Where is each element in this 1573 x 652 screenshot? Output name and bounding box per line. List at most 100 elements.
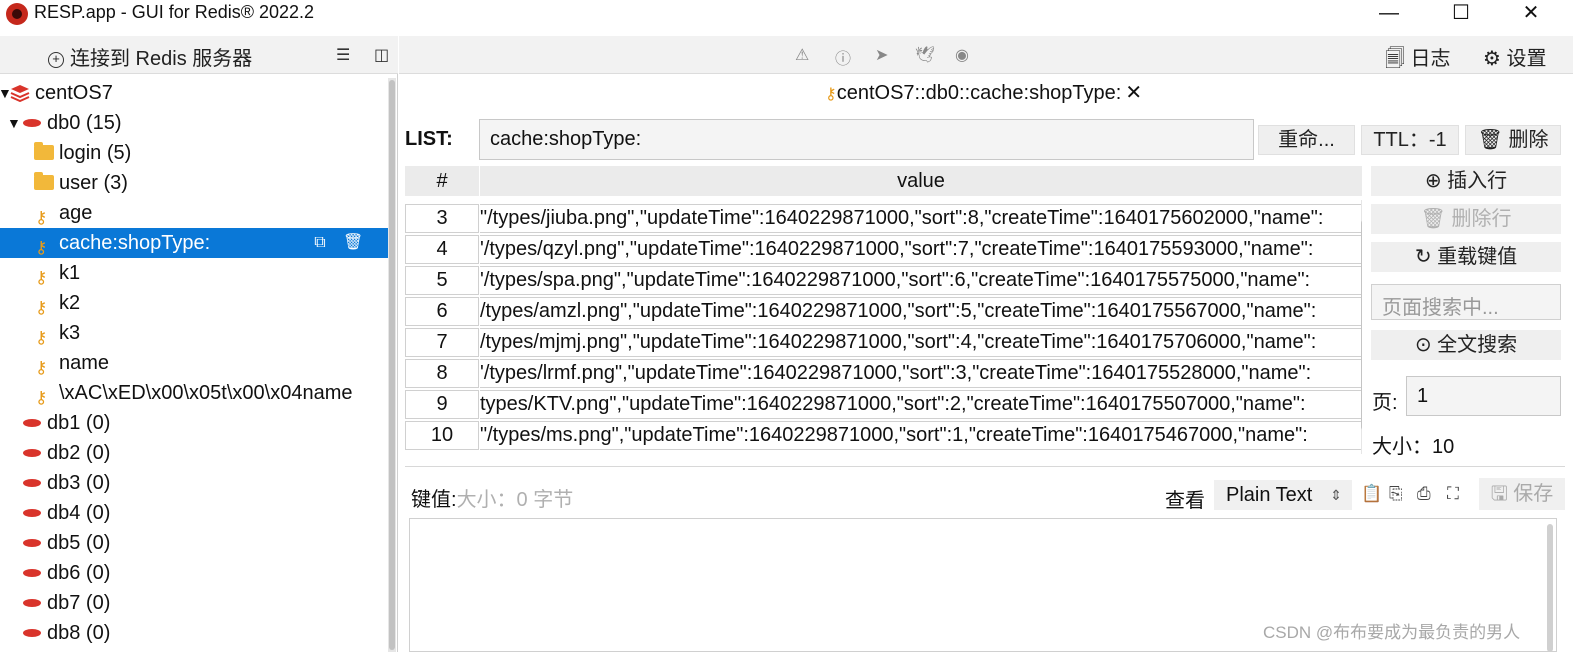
- row-value-cell[interactable]: '/types/qzyl.png","updateTime":164022987…: [480, 235, 1362, 264]
- scrollbar-thumb[interactable]: [1361, 220, 1362, 430]
- tree-item-folder-login[interactable]: login (5): [0, 138, 388, 168]
- sidebar-toolbar: + 连接到 Redis 服务器 ☰ ◫: [0, 36, 398, 74]
- main-panel: ⚠ ⓘ ➤ 🕊 ◉ 🗐 日志 ⚙ 设置 ⚷centOS7::db0::cache…: [399, 36, 1573, 652]
- log-button[interactable]: 🗐 日志: [1385, 42, 1451, 78]
- app-logo-icon: [6, 3, 28, 25]
- minimize-button[interactable]: —: [1366, 0, 1412, 28]
- sidebar-scrollbar[interactable]: [388, 78, 396, 652]
- column-header-index[interactable]: #: [405, 166, 479, 196]
- tree-item-folder-user[interactable]: user (3): [0, 168, 388, 198]
- format-json-icon[interactable]: ⎘: [1389, 484, 1403, 504]
- row-value-cell[interactable]: types/KTV.png","updateTime":164022987100…: [480, 390, 1362, 419]
- tree-item-key-name[interactable]: ⚷ name: [0, 348, 388, 378]
- list-view-icon[interactable]: ☰: [336, 45, 350, 65]
- tree-item-db1[interactable]: db1 (0): [0, 408, 388, 438]
- row-index-cell[interactable]: 5: [405, 266, 479, 295]
- tree-item-db7[interactable]: db7 (0): [0, 588, 388, 618]
- tree-item-db3[interactable]: db3 (0): [0, 468, 388, 498]
- row-index-cell[interactable]: 7: [405, 328, 479, 357]
- clipboard-icon[interactable]: 📋: [1361, 484, 1382, 504]
- view-label: 查看: [1165, 490, 1205, 512]
- settings-button[interactable]: ⚙ 设置: [1483, 42, 1547, 71]
- row-index-cell[interactable]: 3: [405, 204, 479, 233]
- help-icon[interactable]: ⓘ: [835, 45, 851, 69]
- key-icon: ⚷: [825, 86, 837, 103]
- format-select[interactable]: Plain Text ⇕: [1214, 480, 1352, 510]
- tree-item-db0[interactable]: ▼ db0 (15): [0, 108, 388, 138]
- editor-scrollbar[interactable]: [1547, 524, 1553, 652]
- table-row[interactable]: 7/types/mjmj.png","updateTime":164022987…: [405, 328, 1362, 359]
- tree-item-db5[interactable]: db5 (0): [0, 528, 388, 558]
- row-value-cell[interactable]: '/types/lrmf.png","updateTime":164022987…: [480, 359, 1362, 388]
- panel-layout-icon[interactable]: ◫: [374, 45, 389, 65]
- export-file-icon[interactable]: ⎙: [1417, 484, 1431, 504]
- scrollbar-thumb[interactable]: [389, 80, 395, 650]
- fulltext-search-button[interactable]: ⊙ 全文搜索: [1371, 330, 1561, 360]
- table-row[interactable]: 5 '/types/spa.png","updateTime":164022987…: [405, 266, 1362, 297]
- value-label-text: 键值:: [411, 489, 457, 511]
- row-value-cell[interactable]: '/types/spa.png","updateTime":1640229871…: [480, 266, 1362, 295]
- rename-button[interactable]: 重命...: [1258, 125, 1355, 155]
- tree-item-key-k3[interactable]: ⚷ k3: [0, 318, 388, 348]
- column-header-value[interactable]: value: [480, 166, 1362, 196]
- tree-item-db8[interactable]: db8 (0): [0, 618, 388, 648]
- row-index-cell[interactable]: 8: [405, 359, 479, 388]
- table-row[interactable]: 3 "/types/jiuba.png","updateTime":1640229…: [405, 204, 1362, 235]
- db-label: db8 (0): [47, 622, 111, 644]
- key-label: k3: [59, 322, 81, 344]
- copy-icon[interactable]: ⧉: [310, 233, 330, 253]
- table-row[interactable]: 9 types/KTV.png","updateTime":16402298710…: [405, 390, 1362, 421]
- row-value-cell[interactable]: "/types/jiuba.png","updateTime":16402298…: [480, 204, 1362, 233]
- format-value: Plain Text: [1226, 484, 1313, 506]
- tree-item-key-age[interactable]: ⚷ age: [0, 198, 388, 228]
- table-row[interactable]: 6/types/amzl.png","updateTime":164022987…: [405, 297, 1362, 328]
- page-search-input[interactable]: 页面搜索中...: [1371, 284, 1561, 320]
- tree-item-key-serialized-name[interactable]: ⚷ \xAC\xED\x00\x05t\x00\x04name: [0, 378, 388, 408]
- ttl-button[interactable]: TTL：-1: [1361, 125, 1459, 155]
- key-label: k2: [59, 292, 81, 314]
- row-index-cell[interactable]: 6: [405, 297, 479, 326]
- tab-close-icon[interactable]: ✕: [1125, 82, 1142, 104]
- tree-item-db6[interactable]: db6 (0): [0, 558, 388, 588]
- reload-value-button[interactable]: ↻ 重载键值: [1371, 242, 1561, 272]
- github-icon[interactable]: ◉: [955, 45, 969, 65]
- database-icon: [23, 539, 41, 547]
- table-row[interactable]: 8 '/types/lrmf.png","updateTime":16402298…: [405, 359, 1362, 390]
- tab-key[interactable]: ⚷centOS7::db0::cache:shopType: ✕: [825, 80, 1142, 105]
- telegram-icon[interactable]: ➤: [875, 45, 888, 65]
- fullscreen-icon[interactable]: ⛶: [1447, 484, 1459, 504]
- key-label: name: [59, 352, 110, 374]
- row-value-cell[interactable]: "/types/ms.png","updateTime":16402298710…: [480, 421, 1362, 450]
- save-value-button[interactable]: 🖫 保存: [1479, 478, 1565, 510]
- tree-item-db2[interactable]: db2 (0): [0, 438, 388, 468]
- server-label: centOS7: [35, 82, 113, 104]
- key-name-field[interactable]: cache:shopType:: [479, 119, 1254, 160]
- tree-item-key-cache-shoptype[interactable]: ⚷ cache:shopType: ⧉ 🗑: [0, 228, 388, 258]
- row-index-cell[interactable]: 10: [405, 421, 479, 450]
- delete-key-button[interactable]: 🗑 删除: [1465, 125, 1561, 155]
- trash-icon[interactable]: 🗑: [343, 233, 363, 253]
- row-index-cell[interactable]: 4: [405, 235, 479, 264]
- maximize-button[interactable]: ☐: [1438, 0, 1484, 28]
- delete-row-button[interactable]: 🗑 删除行: [1371, 204, 1561, 234]
- twitter-icon[interactable]: 🕊: [915, 45, 935, 65]
- tree-item-key-k1[interactable]: ⚷ k1: [0, 258, 388, 288]
- expand-arrow-icon[interactable]: ▼: [7, 108, 21, 138]
- tree-item-key-k2[interactable]: ⚷ k2: [0, 288, 388, 318]
- row-value-cell[interactable]: /types/amzl.png","updateTime":1640229871…: [480, 297, 1362, 326]
- insert-row-button[interactable]: ⊕ 插入行: [1371, 166, 1561, 196]
- row-value-cell[interactable]: /types/mjmj.png","updateTime":1640229871…: [480, 328, 1362, 357]
- tree-item-server[interactable]: ▼ centOS7: [0, 78, 388, 108]
- tree-item-db4[interactable]: db4 (0): [0, 498, 388, 528]
- warning-icon[interactable]: ⚠: [795, 45, 809, 65]
- table-scrollbar[interactable]: [1361, 200, 1362, 454]
- connect-to-server-button[interactable]: + 连接到 Redis 服务器: [48, 42, 252, 71]
- database-icon: [23, 479, 41, 487]
- page-number-input[interactable]: 1: [1406, 376, 1561, 416]
- key-label: k1: [59, 262, 81, 284]
- table-row[interactable]: 4 '/types/qzyl.png","updateTime":16402298…: [405, 235, 1362, 266]
- close-window-button[interactable]: ✕: [1508, 0, 1554, 28]
- key-type-label: LIST:: [405, 128, 453, 150]
- table-row[interactable]: 10 "/types/ms.png","updateTime":164022987…: [405, 421, 1362, 452]
- row-index-cell[interactable]: 9: [405, 390, 479, 419]
